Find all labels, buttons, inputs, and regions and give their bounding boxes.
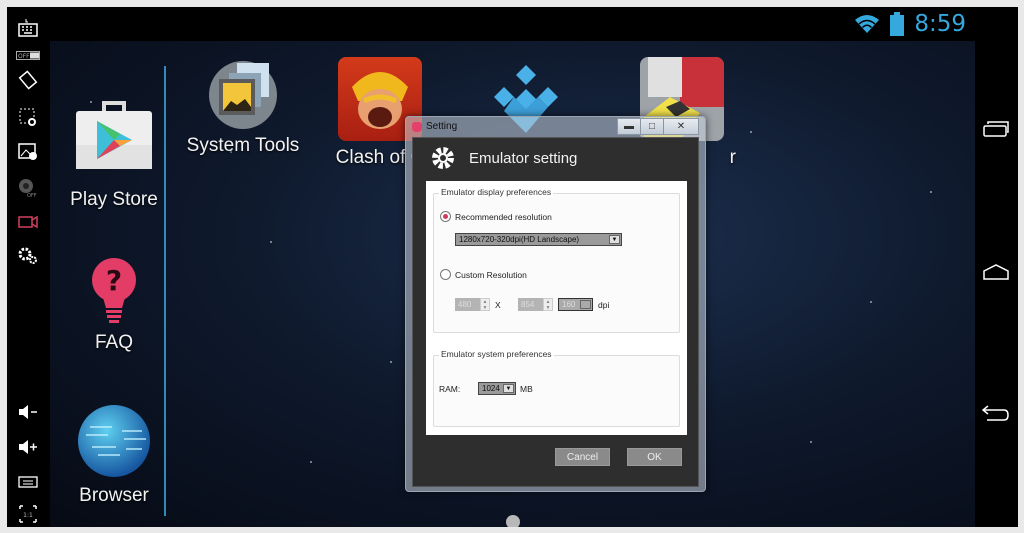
spin-arrows-icon: ▲ ▼: [480, 298, 490, 311]
play-store-icon: [72, 99, 156, 183]
browser-globe-icon: [72, 403, 156, 479]
app-label: Browser: [79, 485, 149, 506]
status-bar: 8:59: [7, 7, 1018, 41]
ok-button[interactable]: OK: [627, 448, 682, 466]
gallery-icon[interactable]: [15, 141, 41, 163]
recommended-resolution-radio[interactable]: Recommended resolution: [440, 211, 552, 222]
svg-text:OFF: OFF: [18, 53, 30, 60]
wifi-icon: [855, 15, 880, 33]
radio-unchecked-icon: [440, 269, 451, 280]
dpi-select[interactable]: 160: [558, 298, 593, 311]
select-value: 160: [562, 300, 576, 309]
toggle-off-icon[interactable]: OFF: [15, 44, 41, 66]
scale-icon[interactable]: 1:1: [15, 503, 41, 525]
width-spinbox[interactable]: 480 ▲ ▼: [455, 298, 490, 311]
emulator-toolbar: OFF OFF 1:1: [7, 19, 50, 527]
settings-icon[interactable]: [15, 245, 41, 267]
custom-resolution-radio[interactable]: Custom Resolution: [440, 269, 527, 280]
app-play-store[interactable]: Play Store: [54, 99, 174, 211]
display-preferences-group: Emulator display preferences Recommended…: [433, 187, 680, 333]
app-faq[interactable]: ? FAQ: [54, 256, 174, 354]
height-spinbox[interactable]: 854 ▲ ▼: [518, 298, 553, 311]
system-tools-icon: [207, 57, 279, 129]
page-indicator: [506, 515, 520, 527]
maximize-button[interactable]: □: [640, 118, 664, 135]
maximize-icon: □: [648, 121, 656, 132]
android-nav-bar: [975, 41, 1018, 527]
spin-arrows-icon: ▲ ▼: [543, 298, 553, 311]
minimize-button[interactable]: ▬: [617, 118, 641, 135]
dpi-label: dpi: [598, 300, 610, 310]
dialog-body: Emulator setting Emulator display prefer…: [412, 137, 699, 487]
app-label: FAQ: [94, 332, 133, 353]
volume-up-icon[interactable]: [15, 436, 41, 458]
times-label: X: [495, 300, 501, 310]
menu-icon[interactable]: [15, 471, 41, 493]
ram-label: RAM:: [439, 384, 461, 394]
group-legend: Emulator display preferences: [439, 187, 554, 197]
dropdown-arrow-icon: ▼: [609, 235, 620, 244]
battery-icon: [890, 12, 905, 36]
settings-panel: Emulator display preferences Recommended…: [426, 181, 687, 435]
minimize-icon: ▬: [624, 121, 634, 132]
setting-dialog: Setting ▬ □ ✕ Emulator setting Emulator …: [405, 116, 706, 492]
video-record-icon[interactable]: [15, 211, 41, 233]
home-icon[interactable]: [982, 264, 1010, 284]
spin-value: 854: [521, 300, 535, 309]
close-icon: ✕: [676, 121, 686, 132]
dropdown-arrow-icon: ▼: [503, 384, 514, 393]
app-logo-icon: [412, 122, 422, 132]
clock: 8:59: [914, 11, 966, 37]
rotate-icon[interactable]: [15, 69, 41, 91]
ram-select[interactable]: 1024 ▼: [478, 382, 516, 395]
radio-label: Custom Resolution: [455, 269, 527, 280]
dropdown-arrow-icon: [580, 300, 591, 309]
dialog-window-title: Setting: [426, 121, 458, 132]
dialog-header-title: Emulator setting: [469, 149, 578, 167]
spin-value: 480: [458, 300, 472, 309]
app-system-tools[interactable]: System Tools: [183, 57, 303, 157]
svg-text:?: ?: [106, 264, 122, 297]
svg-text:OFF: OFF: [27, 193, 37, 198]
dialog-titlebar[interactable]: Setting ▬ □ ✕: [406, 117, 705, 137]
resolution-select[interactable]: 1280x720-320dpi(HD Landscape) ▼: [455, 233, 622, 246]
group-legend: Emulator system preferences: [439, 349, 554, 359]
system-preferences-group: Emulator system preferences RAM: 1024 ▼ …: [433, 349, 680, 427]
close-button[interactable]: ✕: [663, 118, 699, 135]
select-value: 1024: [482, 384, 500, 393]
gear-icon: [432, 147, 454, 169]
back-icon[interactable]: [981, 405, 1010, 425]
screenshot-icon[interactable]: [15, 106, 41, 128]
faq-bulb-icon: ?: [72, 256, 156, 326]
keyboard-icon[interactable]: [15, 17, 41, 39]
ram-unit-label: MB: [520, 384, 533, 394]
volume-down-icon[interactable]: [15, 401, 41, 423]
app-label: Play Store: [70, 189, 158, 210]
radio-label: Recommended resolution: [455, 211, 552, 222]
app-label: System Tools: [186, 135, 300, 156]
app-browser[interactable]: Browser: [54, 403, 174, 507]
cancel-button[interactable]: Cancel: [555, 448, 610, 466]
radio-checked-icon: [440, 211, 451, 222]
svg-text:1:1: 1:1: [23, 512, 33, 519]
camera-off-icon[interactable]: OFF: [15, 177, 41, 199]
recent-apps-icon[interactable]: [982, 121, 1010, 141]
select-value: 1280x720-320dpi(HD Landscape): [459, 235, 580, 244]
